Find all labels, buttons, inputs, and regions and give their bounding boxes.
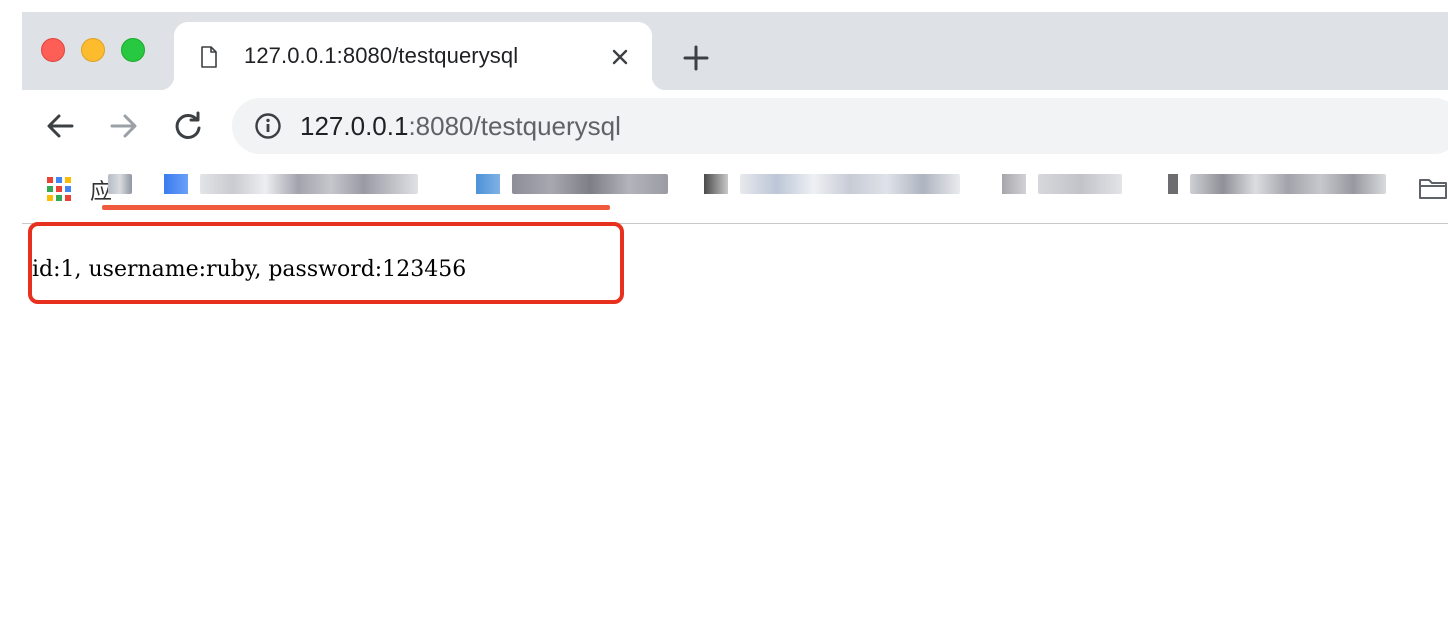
bookmark-item[interactable] bbox=[164, 172, 418, 196]
bookmark-favicon-icon bbox=[476, 174, 500, 194]
back-button[interactable] bbox=[42, 108, 78, 144]
annotation-underline bbox=[102, 205, 610, 210]
toolbar: 127.0.0.1:8080/testquerysql bbox=[22, 90, 1448, 162]
reload-button[interactable] bbox=[170, 108, 206, 144]
bookmark-favicon-icon bbox=[704, 174, 728, 194]
browser-window: 127.0.0.1:8080/testquerysql 127.0.0.1:80… bbox=[22, 12, 1448, 628]
bookmark-item[interactable] bbox=[108, 172, 132, 196]
bookmark-favicon-icon bbox=[164, 174, 188, 194]
bookmark-item[interactable] bbox=[704, 172, 960, 196]
window-maximize-button[interactable] bbox=[121, 38, 145, 62]
tab-strip: 127.0.0.1:8080/testquerysql bbox=[22, 12, 1448, 90]
apps-grid-icon[interactable] bbox=[46, 176, 72, 202]
page-content: id:1, username:ruby, password:123456 bbox=[22, 222, 1448, 628]
bookmark-item[interactable] bbox=[1168, 172, 1386, 196]
info-icon[interactable] bbox=[254, 112, 282, 140]
address-url[interactable]: 127.0.0.1:8080/testquerysql bbox=[300, 110, 621, 142]
arrow-right-icon bbox=[110, 114, 137, 138]
tab-active[interactable]: 127.0.0.1:8080/testquerysql bbox=[160, 22, 666, 90]
forward-button[interactable] bbox=[106, 108, 142, 144]
blurred-bookmark-label bbox=[108, 174, 132, 194]
address-bar[interactable]: 127.0.0.1:8080/testquerysql bbox=[232, 98, 1448, 154]
blurred-bookmark-label bbox=[740, 174, 960, 194]
close-icon bbox=[612, 49, 628, 65]
bookmark-item[interactable] bbox=[476, 172, 668, 196]
tab-title: 127.0.0.1:8080/testquerysql bbox=[244, 43, 519, 68]
reload-icon bbox=[175, 111, 201, 139]
blurred-bookmark-label bbox=[200, 174, 418, 194]
bookmark-favicon-icon bbox=[1168, 174, 1178, 194]
file-icon bbox=[201, 46, 217, 68]
window-minimize-button[interactable] bbox=[81, 38, 105, 62]
blurred-bookmark-label bbox=[1190, 174, 1386, 194]
url-path: :8080/testquerysql bbox=[408, 111, 621, 141]
bookmarks-bar: 应 bbox=[22, 162, 1448, 224]
blurred-bookmark-label bbox=[1038, 174, 1122, 194]
bookmark-favicon-icon bbox=[1002, 174, 1026, 194]
window-close-button[interactable] bbox=[41, 38, 65, 62]
query-result-text: id:1, username:ruby, password:123456 bbox=[32, 257, 467, 282]
arrow-left-icon bbox=[47, 114, 74, 138]
plus-icon bbox=[683, 45, 709, 71]
url-host: 127.0.0.1 bbox=[300, 111, 409, 141]
tab-close-button[interactable] bbox=[608, 45, 632, 69]
blurred-bookmark-label bbox=[512, 174, 668, 194]
new-tab-button[interactable] bbox=[680, 42, 712, 74]
bookmark-item[interactable] bbox=[1002, 172, 1122, 196]
folder-icon[interactable] bbox=[1418, 176, 1448, 200]
